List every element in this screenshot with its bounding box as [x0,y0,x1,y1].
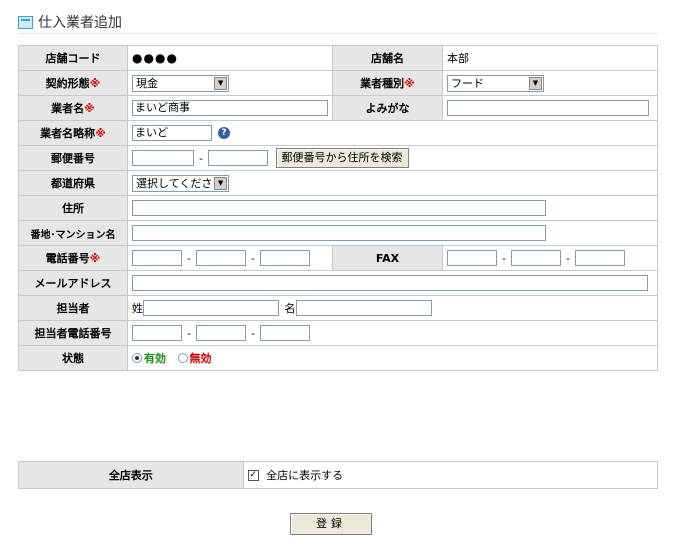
chevron-down-icon[interactable]: ▼ [214,176,228,190]
status-label: 状態 [17,345,129,371]
vendor-type-cell: フード ▼ [441,70,659,96]
phone-input-1[interactable] [132,250,183,266]
chevron-down-icon[interactable]: ▼ [528,76,542,90]
row-vendor-name: 業者名※ まいど商事 よみがな [17,95,659,121]
postal-input-1[interactable] [132,150,195,166]
fax-input-2[interactable] [510,250,561,266]
vendor-type-label: 業者種別※ [332,70,443,96]
row-store: 店舗コード ●●●● 店舗名 本部 [17,45,659,71]
fax-input-3[interactable] [574,250,625,266]
email-cell [127,270,658,296]
show-all-stores-table: 全店表示 ✓ 全店に表示する [18,461,659,489]
person-phone-input-1[interactable] [132,325,183,341]
status-active-radio[interactable] [132,353,143,363]
vendor-form: 店舗コード ●●●● 店舗名 本部 契約形態※ 現金 ▼ 業者種別※ フード ▼ 業… [17,45,659,371]
row-contract: 契約形態※ 現金 ▼ 業者種別※ フード ▼ [17,70,659,96]
prefecture-label: 都道府県 [17,170,129,196]
show-all-cell: ✓ 全店に表示する [242,461,659,489]
row-person: 担当者 姓 名 [17,295,658,321]
store-code-label: 店舗コード [17,45,129,71]
required-mark: ※ [89,77,101,90]
phone-input-2[interactable] [196,250,247,266]
status-active-label[interactable]: 有効 [144,352,166,365]
row-phone: 電話番号※ -- FAX -- [17,245,659,271]
person-first-name-input[interactable] [295,300,432,316]
row-status: 状態 有効 無効 [17,345,658,371]
status-cell: 有効 無効 [127,345,658,371]
vendor-type-select[interactable]: フード ▼ [446,74,544,92]
row-address: 住所 [17,195,658,221]
short-name-input[interactable]: まいど [132,125,213,141]
person-last-name-input[interactable] [143,300,280,316]
postal-label: 郵便番号 [17,145,129,171]
vendor-add-icon [18,15,33,29]
row-prefecture: 都道府県 選択してください▼ [17,170,658,196]
fax-cell: -- [441,245,659,271]
page-title: 仕入業者追加 [38,15,122,31]
title-divider [18,33,658,34]
person-phone-input-3[interactable] [260,325,311,341]
phone-input-3[interactable] [260,250,311,266]
show-all-checkbox[interactable]: ✓ [247,469,259,481]
vendor-name-label: 業者名※ [17,95,129,121]
row-person-phone: 担当者電話番号 -- [17,320,658,346]
contract-select[interactable]: 現金 ▼ [132,74,230,92]
contract-cell: 現金 ▼ [127,70,334,96]
vendor-name-input[interactable]: まいど商事 [132,100,329,116]
contract-label: 契約形態※ [17,70,129,96]
help-icon[interactable]: ? [218,127,231,139]
store-name-value: 本部 [441,45,659,71]
person-cell: 姓 名 [127,295,658,321]
required-mark: ※ [95,127,106,140]
postal-input-2[interactable] [208,150,269,166]
building-label: 番地･マンション名 [17,220,129,246]
phone-cell: -- [127,245,334,271]
required-mark: ※ [89,252,101,265]
building-input[interactable] [132,225,547,241]
row-show-all: 全店表示 ✓ 全店に表示する [18,461,659,489]
building-cell [127,220,658,246]
page-header: 仕入業者追加 [18,12,122,32]
prefecture-cell: 選択してください▼ [127,170,658,196]
row-building: 番地･マンション名 [17,220,658,246]
address-cell [127,195,658,221]
vendor-name-cell: まいど商事 [127,95,334,121]
status-inactive-radio[interactable] [177,353,188,363]
email-input[interactable] [132,275,649,291]
person-label: 担当者 [17,295,129,321]
fax-input-1[interactable] [446,250,497,266]
reading-cell [441,95,659,121]
show-all-checkbox-label[interactable]: 全店に表示する [266,469,343,482]
fax-label: FAX [332,245,443,271]
required-mark: ※ [84,102,95,115]
email-label: メールアドレス [17,270,129,296]
show-all-label: 全店表示 [18,461,244,489]
postal-cell: - 郵便番号から住所を検索 [127,145,658,171]
prefecture-select[interactable]: 選択してください▼ [132,174,230,192]
row-short-name: 業者名略称※ まいど? [17,120,658,146]
row-email: メールアドレス [17,270,658,296]
status-inactive-label[interactable]: 無効 [190,352,212,365]
short-name-label: 業者名略称※ [17,120,129,146]
address-label: 住所 [17,195,129,221]
chevron-down-icon[interactable]: ▼ [214,76,228,90]
register-button[interactable]: 登録 [290,513,372,535]
phone-label: 電話番号※ [17,245,129,271]
store-code-value: ●●●● [127,45,334,71]
reading-input[interactable] [446,100,649,116]
person-phone-label: 担当者電話番号 [17,320,129,346]
row-postal: 郵便番号 - 郵便番号から住所を検索 [17,145,658,171]
required-mark: ※ [404,77,415,90]
address-input[interactable] [132,200,547,216]
reading-label: よみがな [332,95,443,121]
person-phone-input-2[interactable] [196,325,247,341]
short-name-cell: まいど? [127,120,658,146]
person-phone-cell: -- [127,320,658,346]
postal-search-button[interactable]: 郵便番号から住所を検索 [275,148,409,168]
store-name-label: 店舗名 [332,45,443,71]
